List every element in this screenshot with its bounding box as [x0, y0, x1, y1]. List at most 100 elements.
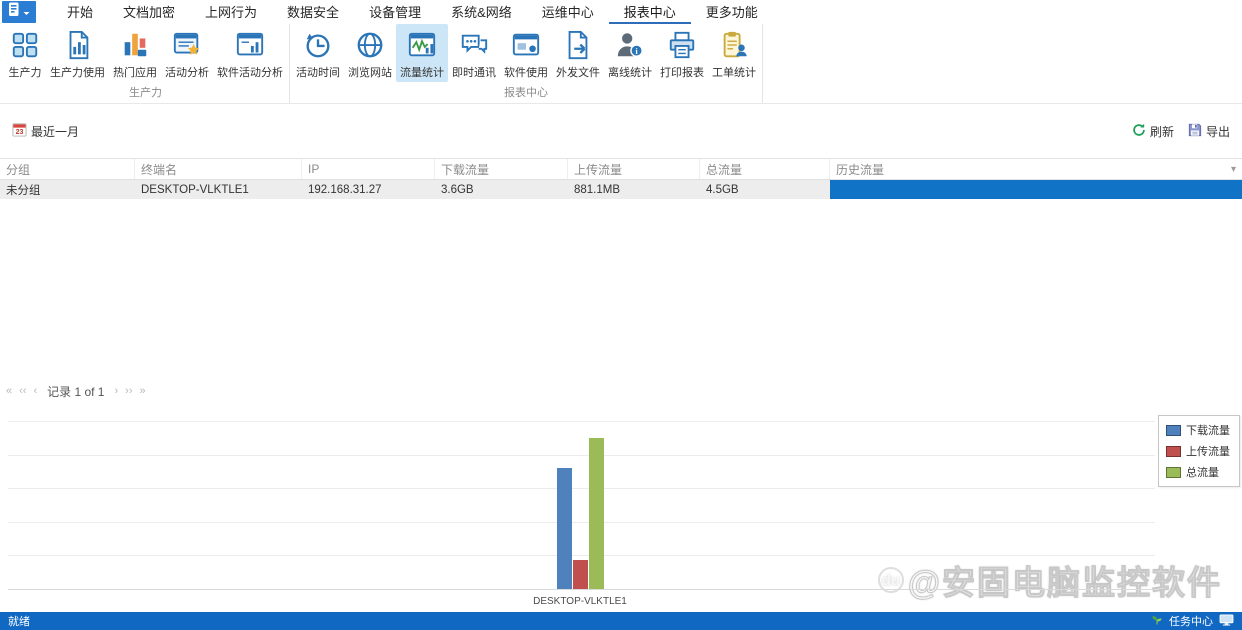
column-header-2[interactable]: IP	[302, 159, 435, 179]
cell-download: 3.6GB	[441, 183, 474, 196]
date-range-selector[interactable]: 23 最近一月	[12, 122, 79, 140]
column-header-4[interactable]: 上传流量	[568, 159, 700, 179]
grid-icon	[8, 28, 42, 62]
column-header-1[interactable]: 终端名	[135, 159, 302, 179]
legend-label: 上传流量	[1186, 446, 1230, 458]
menu-tab-data-security[interactable]: 数据安全	[272, 0, 354, 24]
column-header-label: IP	[308, 162, 320, 176]
ribbon-button-activity-time[interactable]: 活动时间	[292, 24, 344, 82]
refresh-icon	[1132, 123, 1146, 140]
hot-apps-icon	[118, 28, 152, 62]
task-center-link[interactable]: 任务中心	[1169, 613, 1213, 629]
ticket-stats-icon	[717, 28, 751, 62]
ribbon-button-label: 浏览网站	[348, 67, 392, 79]
ribbon-button-label: 即时通讯	[452, 67, 496, 79]
legend-swatch	[1166, 466, 1181, 478]
pager-prev-button[interactable]: ‹	[33, 385, 37, 397]
cell-history-traffic	[830, 180, 1242, 199]
app-menu-button[interactable]	[2, 1, 36, 23]
calendar-icon: 23	[12, 122, 27, 140]
chevron-down-icon	[23, 3, 30, 21]
ribbon-button-offline-stats[interactable]: i 离线统计	[604, 24, 656, 82]
offline-stats-icon: i	[613, 28, 647, 62]
table-row[interactable]: 未分组 DESKTOP-VLKTLE1 192.168.31.27 3.6GB 881.…	[0, 180, 1242, 199]
export-button[interactable]: 导出	[1188, 123, 1230, 140]
cell-terminal: DESKTOP-VLKTLE1	[141, 183, 249, 196]
pager-prev-page-button[interactable]: ‹‹	[19, 385, 26, 397]
globe-icon	[353, 28, 387, 62]
ribbon-button-label: 热门应用	[113, 67, 157, 79]
ribbon-button-ticket-stats[interactable]: 工单统计	[708, 24, 760, 82]
ribbon-button-label: 离线统计	[608, 67, 652, 79]
ribbon-button-productivity[interactable]: 生产力	[4, 24, 46, 82]
menu-tab-device-mgmt[interactable]: 设备管理	[354, 0, 436, 24]
ribbon-button-browse-websites[interactable]: 浏览网站	[344, 24, 396, 82]
print-report-icon	[665, 28, 699, 62]
watermark: du @安固电脑监控软件	[877, 556, 1222, 604]
menu-tab-start[interactable]: 开始	[52, 0, 108, 24]
ribbon-button-software-usage[interactable]: 软件使用	[500, 24, 552, 82]
bar-下载流量	[556, 468, 572, 589]
bar-总流量	[588, 438, 604, 589]
pager-first-button[interactable]: «	[6, 385, 12, 397]
status-text: 就绪	[8, 616, 30, 628]
column-header-6[interactable]: 历史流量 ▾	[830, 159, 1242, 179]
cell-total: 4.5GB	[706, 183, 739, 196]
pager-next-page-button[interactable]: ››	[125, 385, 132, 397]
ribbon-button-label: 工单统计	[712, 67, 756, 79]
date-range-label: 最近一月	[31, 124, 80, 139]
refresh-button[interactable]: 刷新	[1132, 123, 1174, 140]
legend-item: 总流量	[1166, 464, 1232, 480]
column-header-0[interactable]: 分组	[0, 159, 135, 179]
watermark-text: @安固电脑监控软件	[907, 564, 1222, 602]
column-header-5[interactable]: 总流量	[700, 159, 830, 179]
ribbon-group-0: 生产力 生产力使用 热门应用 活动分析 软件活动分析 生产力	[2, 24, 290, 103]
legend-swatch	[1166, 445, 1181, 457]
software-usage-icon	[509, 28, 543, 62]
column-header-label: 历史流量	[836, 162, 885, 177]
menu-tab-more-features[interactable]: 更多功能	[691, 0, 773, 24]
legend-item: 上传流量	[1166, 443, 1232, 459]
ribbon-button-label: 生产力	[8, 67, 42, 79]
ribbon-button-activity-analysis[interactable]: 活动分析	[161, 24, 213, 82]
ribbon-button-productivity-usage[interactable]: 生产力使用	[46, 24, 109, 82]
ribbon-button-traffic-stats[interactable]: 流量统计	[396, 24, 448, 82]
cell-group: 未分组	[6, 184, 41, 197]
column-header-label: 总流量	[706, 162, 743, 177]
history-traffic-bar	[830, 180, 1242, 199]
ribbon-button-label: 软件活动分析	[217, 67, 283, 79]
report-toolbar: 23 最近一月 刷新 导出	[0, 104, 1242, 158]
ribbon-button-instant-messaging[interactable]: 即时通讯	[448, 24, 500, 82]
menu-tab-system-network[interactable]: 系统&网络	[436, 0, 527, 24]
ribbon: 生产力 生产力使用 热门应用 活动分析 软件活动分析 生产力 活动时间 浏览网站 流量统计 即时通…	[0, 24, 1242, 104]
bar-上传流量	[572, 560, 588, 589]
menu-tab-web-behavior[interactable]: 上网行为	[190, 0, 272, 24]
ribbon-button-label: 软件使用	[504, 67, 548, 79]
menu-tab-ops-center[interactable]: 运维中心	[527, 0, 609, 24]
chart-gridline	[8, 521, 1155, 523]
save-export-icon	[1188, 123, 1202, 140]
status-bar: 就绪 任务中心	[0, 612, 1242, 630]
chart-legend: 下载流量 上传流量 总流量	[1158, 415, 1240, 487]
column-dropdown-icon[interactable]: ▾	[1231, 164, 1236, 175]
pager-next-button[interactable]: ›	[114, 385, 118, 397]
menu-tab-report-center[interactable]: 报表中心	[608, 0, 691, 24]
column-header-3[interactable]: 下载流量	[435, 159, 568, 179]
ribbon-button-hot-apps[interactable]: 热门应用	[109, 24, 161, 82]
ribbon-button-software-activity-analysis[interactable]: 软件活动分析	[213, 24, 287, 82]
svg-text:23: 23	[16, 129, 24, 136]
ribbon-group-label: 报表中心	[504, 87, 548, 99]
traffic-stats-icon	[405, 28, 439, 62]
ribbon-button-print-report[interactable]: 打印报表	[656, 24, 708, 82]
ribbon-button-label: 活动时间	[296, 67, 340, 79]
column-header-label: 下载流量	[441, 162, 490, 177]
pager-last-button[interactable]: »	[139, 385, 145, 397]
monitor-icon[interactable]	[1219, 613, 1234, 629]
ribbon-button-label: 打印报表	[660, 67, 704, 79]
x-axis-category-label: DESKTOP-VLKTLE1	[533, 596, 627, 607]
time-history-icon	[301, 28, 335, 62]
column-header-label: 终端名	[141, 162, 178, 177]
ribbon-button-outgoing-files[interactable]: 外发文件	[552, 24, 604, 82]
menu-tab-doc-encryption[interactable]: 文档加密	[108, 0, 190, 24]
legend-swatch	[1166, 424, 1181, 436]
